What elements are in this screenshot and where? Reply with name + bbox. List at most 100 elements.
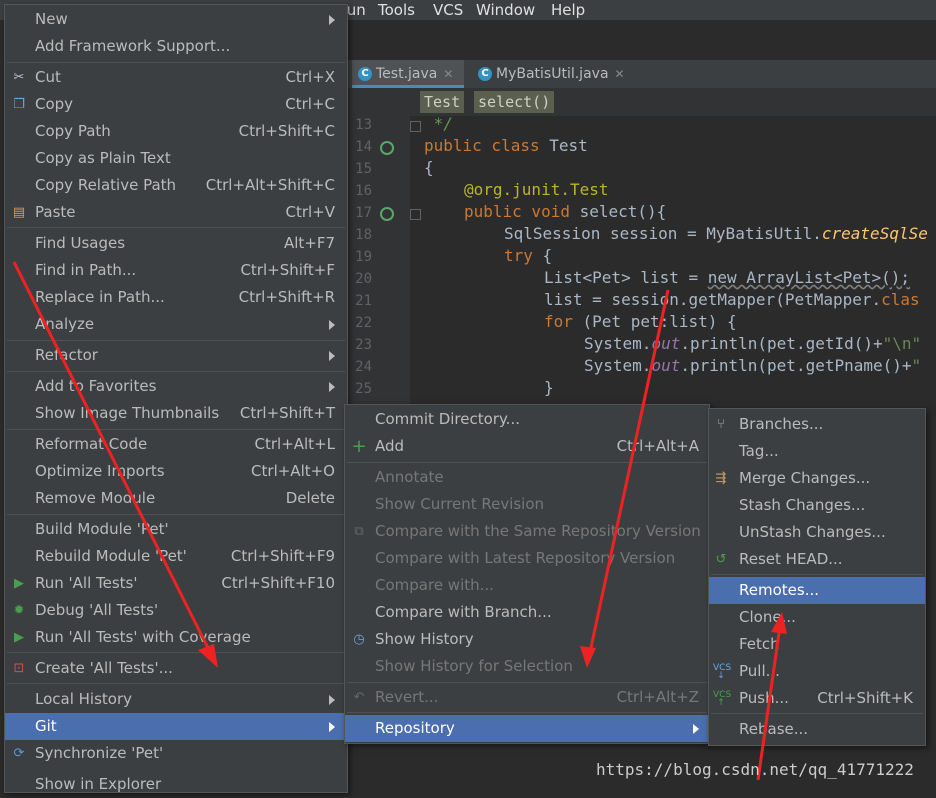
menu-item-find-usages[interactable]: Find Usages Alt+F7: [5, 230, 347, 257]
menu-help[interactable]: Help: [551, 0, 585, 20]
menu-item-compare-with[interactable]: Compare with...: [345, 572, 709, 599]
menu-item-compare-same-repo[interactable]: ⧉ Compare with the Same Repository Versio…: [345, 518, 709, 545]
menu-item-fetch[interactable]: Fetch: [709, 631, 925, 658]
compare-icon: ⧉: [354, 524, 364, 539]
menu-item-paste[interactable]: ▤ Paste Ctrl+V: [5, 199, 347, 226]
tab-label: Test.java: [376, 66, 438, 82]
menu-item-build-module[interactable]: Build Module 'Pet': [5, 516, 347, 543]
menu-item-add-favorites[interactable]: Add to Favorites: [5, 373, 347, 400]
separator: [7, 514, 345, 515]
menu-item-rebase[interactable]: Rebase...: [709, 716, 925, 743]
separator: [7, 683, 345, 684]
menu-item-branches[interactable]: ⑂ Branches...: [709, 411, 925, 438]
menu-item-local-history[interactable]: Local History: [5, 686, 347, 713]
menu-item-show-history[interactable]: ◷ Show History: [345, 626, 709, 653]
menu-item-cut[interactable]: ✂ Cut Ctrl+X: [5, 64, 347, 91]
menu-item-copy-plain[interactable]: Copy as Plain Text: [5, 145, 347, 172]
menu-item-analyze[interactable]: Analyze: [5, 311, 347, 338]
menu-item-pull[interactable]: VCS ↓ Pull...: [709, 658, 925, 685]
create-config-icon: ⊡: [13, 661, 25, 676]
run-gutter-icon[interactable]: [380, 207, 394, 221]
tab-test-java[interactable]: C Test.java ✕: [352, 60, 464, 88]
menu-item-show-in-explorer[interactable]: Show in Explorer: [5, 771, 347, 798]
submenu-arrow-icon: [693, 724, 699, 734]
menu-item-remotes[interactable]: Remotes...: [709, 577, 925, 604]
separator: [347, 682, 707, 683]
line-number: 22: [355, 315, 372, 331]
run-gutter-icon[interactable]: [380, 141, 394, 155]
submenu-arrow-icon: [329, 15, 335, 25]
menu-item-commit-directory[interactable]: Commit Directory...: [345, 406, 709, 433]
breadcrumb-class[interactable]: Test: [420, 91, 465, 113]
menu-item-reset-head[interactable]: ↺ Reset HEAD...: [709, 546, 925, 573]
menu-vcs[interactable]: VCS: [433, 0, 463, 20]
menu-item-synchronize[interactable]: ⟳ Synchronize 'Pet': [5, 740, 347, 767]
line-number: 17: [355, 205, 372, 221]
menu-item-annotate[interactable]: Annotate: [345, 464, 709, 491]
code-line-22: for (Pet pet:list) {: [544, 312, 737, 331]
close-icon[interactable]: ✕: [615, 67, 625, 81]
menu-item-revert[interactable]: ↶ Revert... Ctrl+Alt+Z: [345, 684, 709, 711]
code-line-24: System.out.println(pet.getPname()+": [584, 356, 922, 375]
menu-item-unstash[interactable]: UnStash Changes...: [709, 519, 925, 546]
menu-window[interactable]: Window: [476, 0, 535, 20]
code-line-21: list = session.getMapper(PetMapper.clas: [544, 290, 920, 309]
menu-item-clone[interactable]: Clone...: [709, 604, 925, 631]
menu-item-repository[interactable]: Repository: [345, 715, 709, 742]
code-line-17: public void select(){: [464, 202, 667, 221]
menu-item-run-tests[interactable]: ▶ Run 'All Tests' Ctrl+Shift+F10: [5, 570, 347, 597]
submenu-arrow-icon: [329, 695, 335, 705]
menu-item-reformat[interactable]: Reformat Code Ctrl+Alt+L: [5, 431, 347, 458]
menu-item-show-current-revision[interactable]: Show Current Revision: [345, 491, 709, 518]
branch-icon: ⑂: [717, 417, 725, 432]
line-number: 21: [355, 293, 372, 309]
menu-item-thumbnails[interactable]: Show Image Thumbnails Ctrl+Shift+T: [5, 400, 347, 427]
menu-item-find-in-path[interactable]: Find in Path... Ctrl+Shift+F: [5, 257, 347, 284]
menu-item-copy[interactable]: ❐ Copy Ctrl+C: [5, 91, 347, 118]
line-number: 16: [355, 183, 372, 199]
menu-item-compare-branch[interactable]: Compare with Branch...: [345, 599, 709, 626]
menu-item-add[interactable]: + Add Ctrl+Alt+A: [345, 433, 709, 460]
menu-item-merge-changes[interactable]: ⇶ Merge Changes...: [709, 465, 925, 492]
menu-item-debug-tests[interactable]: ✹ Debug 'All Tests': [5, 597, 347, 624]
tab-mybatisutil-java[interactable]: C MyBatisUtil.java ✕: [474, 60, 638, 88]
repository-submenu: ⑂ Branches... Tag... ⇶ Merge Changes... St…: [708, 408, 926, 746]
debug-icon: ✹: [13, 603, 25, 618]
menu-item-copy-path[interactable]: Copy Path Ctrl+Shift+C: [5, 118, 347, 145]
menu-tools[interactable]: Tools: [378, 0, 415, 20]
separator: [7, 429, 345, 430]
separator: [7, 652, 345, 653]
menu-item-run-coverage[interactable]: ▶ Run 'All Tests' with Coverage: [5, 624, 347, 651]
menu-item-create-tests[interactable]: ⊡ Create 'All Tests'...: [5, 655, 347, 682]
submenu-arrow-icon: [329, 382, 335, 392]
code-line-20: List<Pet> list = new ArrayList<Pet>();: [544, 268, 911, 287]
line-number: 19: [355, 249, 372, 265]
line-number: 14: [355, 139, 372, 155]
breadcrumb: Test select(): [348, 88, 936, 116]
menu-item-new[interactable]: New: [5, 6, 347, 33]
close-icon[interactable]: ✕: [443, 67, 453, 81]
line-number: 18: [355, 227, 372, 243]
menu-item-tag[interactable]: Tag...: [709, 438, 925, 465]
menu-item-rebuild-module[interactable]: Rebuild Module 'Pet' Ctrl+Shift+F9: [5, 543, 347, 570]
watermark-text: https://blog.csdn.net/qq_41771222: [596, 760, 914, 779]
breadcrumb-method[interactable]: select(): [474, 91, 555, 113]
fold-icon[interactable]: [410, 121, 421, 132]
class-icon: C: [478, 67, 492, 81]
paste-icon: ▤: [12, 205, 26, 220]
menu-item-stash[interactable]: Stash Changes...: [709, 492, 925, 519]
sync-icon: ⟳: [13, 746, 25, 761]
menu-item-push[interactable]: VCS ↑ Push... Ctrl+Shift+K: [709, 685, 925, 712]
menu-item-compare-latest-repo[interactable]: Compare with Latest Repository Version: [345, 545, 709, 572]
menu-item-remove-module[interactable]: Remove Module Delete: [5, 485, 347, 512]
menu-item-history-selection[interactable]: Show History for Selection: [345, 653, 709, 680]
menu-item-replace-in-path[interactable]: Replace in Path... Ctrl+Shift+R: [5, 284, 347, 311]
menu-item-git[interactable]: Git: [5, 713, 347, 740]
menu-item-optimize-imports[interactable]: Optimize Imports Ctrl+Alt+O: [5, 458, 347, 485]
separator: [7, 62, 345, 63]
menu-item-copy-relative[interactable]: Copy Relative Path Ctrl+Alt+Shift+C: [5, 172, 347, 199]
menu-item-add-framework[interactable]: Add Framework Support...: [5, 33, 347, 60]
menu-item-refactor[interactable]: Refactor: [5, 342, 347, 369]
fold-icon[interactable]: [410, 209, 421, 220]
line-number: 23: [355, 337, 372, 353]
